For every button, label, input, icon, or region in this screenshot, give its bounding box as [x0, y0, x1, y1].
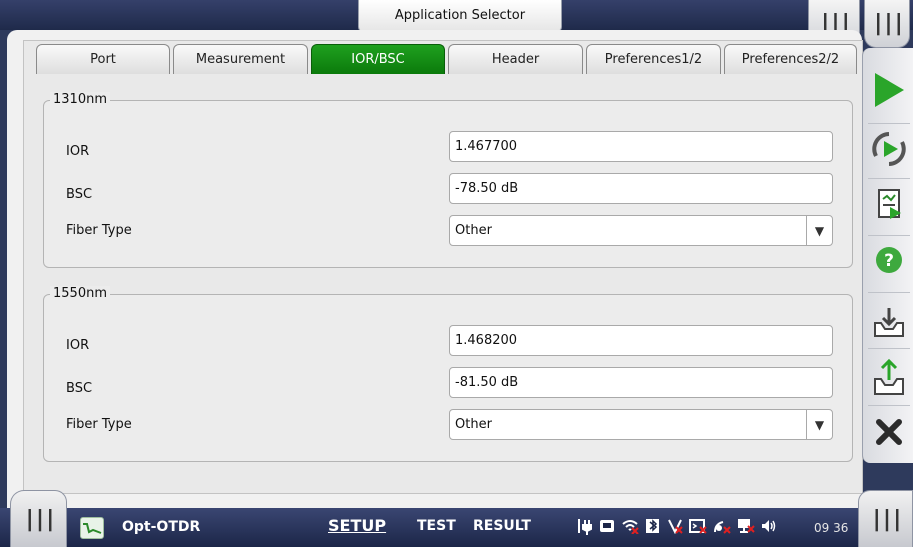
- storage-icon: [599, 518, 615, 538]
- bsc-label: BSC: [66, 187, 93, 202]
- bsc-input-1550[interactable]: -81.50 dB: [449, 367, 833, 398]
- group-1550nm: 1550nm IOR 1.468200 BSC -81.50 dB Fiber …: [43, 286, 853, 462]
- speaker-icon: [761, 518, 777, 538]
- save-icon[interactable]: [866, 302, 911, 342]
- bsc-label: BSC: [66, 381, 93, 396]
- fiber-type-label: Fiber Type: [66, 223, 132, 238]
- tab-ior-bsc[interactable]: IOR/BSC: [311, 44, 445, 74]
- toolbar-divider: [868, 235, 910, 236]
- application-selector-button[interactable]: Application Selector: [358, 0, 562, 32]
- nav-test[interactable]: TEST: [417, 518, 456, 534]
- bluetooth-off-icon: [645, 518, 661, 538]
- svg-text:?: ?: [884, 251, 894, 271]
- ior-input-1310[interactable]: 1.467700: [449, 131, 833, 162]
- nav-result[interactable]: RESULT: [473, 518, 531, 534]
- tab-preferences-2[interactable]: Preferences2/2: [724, 44, 857, 74]
- ior-label: IOR: [66, 338, 90, 353]
- toolbar-divider: [868, 348, 910, 349]
- bsc-input-1310[interactable]: -78.50 dB: [449, 173, 833, 204]
- tab-preferences-1[interactable]: Preferences1/2: [586, 44, 721, 74]
- display-off-icon: [737, 518, 755, 538]
- tab-port[interactable]: Port: [36, 44, 170, 74]
- power-plug-icon: [577, 517, 593, 539]
- toolbar-divider: [868, 123, 910, 124]
- ior-input-1550[interactable]: 1.468200: [449, 325, 833, 356]
- tab-measurement[interactable]: Measurement: [173, 44, 308, 74]
- fiber-type-label: Fiber Type: [66, 417, 132, 432]
- bottom-panel-handle-right[interactable]: |||: [858, 490, 913, 547]
- toolbar-divider: [868, 178, 910, 179]
- dropdown-arrow-icon[interactable]: ▼: [806, 216, 832, 245]
- top-panel-handle-right[interactable]: |||: [864, 0, 910, 48]
- nav-setup[interactable]: SETUP: [328, 516, 386, 535]
- refresh-play-icon[interactable]: [866, 129, 911, 169]
- otdr-app-icon[interactable]: [80, 517, 104, 539]
- satellite-off-icon: [713, 518, 731, 538]
- close-icon[interactable]: [866, 412, 911, 452]
- fiber-type-select-1550[interactable]: Other ▼: [449, 409, 833, 440]
- wifi-off-icon: [621, 518, 639, 538]
- app-name: Opt-OTDR: [122, 519, 201, 535]
- load-icon[interactable]: [866, 357, 911, 397]
- dropdown-arrow-icon[interactable]: ▼: [806, 410, 832, 439]
- ior-label: IOR: [66, 144, 90, 159]
- network-off-icon: [667, 518, 683, 538]
- help-icon[interactable]: ?: [866, 240, 911, 280]
- fiber-type-value: Other: [455, 223, 492, 238]
- group-1310nm: 1310nm IOR 1.467700 BSC -78.50 dB Fiber …: [43, 92, 853, 268]
- group-title-1550nm: 1550nm: [50, 286, 110, 301]
- tab-bar: Port Measurement IOR/BSC Header Preferen…: [36, 44, 860, 74]
- toolbar-divider: [868, 292, 910, 293]
- status-icons: [577, 518, 777, 538]
- bottom-panel-handle-left[interactable]: |||: [10, 490, 67, 547]
- fiber-type-select-1310[interactable]: Other ▼: [449, 215, 833, 246]
- report-icon[interactable]: [866, 184, 911, 224]
- clock: 09 36: [814, 521, 849, 535]
- play-icon[interactable]: [866, 70, 911, 110]
- toolbar-divider: [868, 405, 910, 406]
- tab-header[interactable]: Header: [448, 44, 583, 74]
- terminal-off-icon: [689, 518, 707, 538]
- fiber-type-value: Other: [455, 417, 492, 432]
- group-title-1310nm: 1310nm: [50, 92, 110, 107]
